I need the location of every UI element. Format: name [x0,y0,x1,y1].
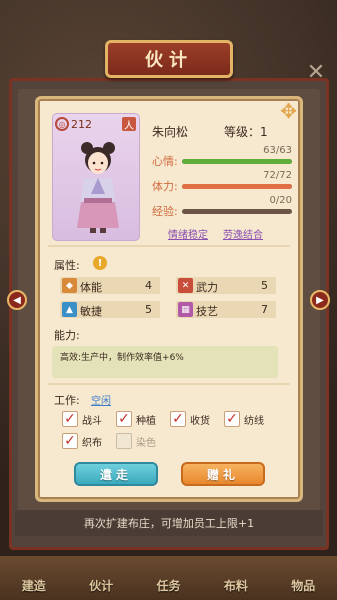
attribute-name: 技艺 [196,305,218,318]
nav-build[interactable]: 建造 [22,577,46,594]
character-name: 朱向松 [152,125,189,139]
trait-tag-balance[interactable]: 劳逸结合 [223,226,263,241]
attribute-value: 5 [261,279,268,292]
strength-icon: ◆ [62,278,77,293]
stat-value: 0/20 [269,195,292,206]
exp-bar [182,209,292,214]
work-option-battle[interactable]: ✓ 战斗 [62,411,102,427]
character-portrait: ◎ 212 人 [52,113,140,241]
character-level: 等级：1 [224,125,268,139]
ability-label: 能力: [54,329,80,342]
stat-label: 心情: [152,155,178,168]
stamina-bar [182,184,292,189]
attribute-craft: ▦ 技艺 7 [176,301,276,318]
next-staff-arrow-icon[interactable]: ▶ [310,290,330,310]
work-option-label: 战斗 [82,415,102,427]
divider [48,245,290,247]
mood-bar [182,159,292,164]
expand-tip: 再次扩建布庄，可增加员工上限+1 [15,510,323,536]
card-close-icon[interactable]: ✥ [280,101,297,121]
staff-detail-card: ✥ ◎ 212 人 朱向松 等级：1 心情: 63/63 体力: 72/72 经… [35,96,303,502]
checkbox-checked-icon[interactable]: ✓ [170,411,186,427]
checkbox-checked-icon[interactable]: ✓ [62,411,78,427]
attribute-name: 敏捷 [80,305,102,318]
nav-task[interactable]: 任务 [156,577,180,594]
stamina-bar-fill [182,184,292,189]
work-option-label: 种植 [136,415,156,427]
divider [48,383,290,385]
level-badge-value: 212 [71,117,92,131]
attribute-agility: ▲ 敏捷 5 [60,301,160,318]
window-title: 伙计 [105,40,233,78]
stat-value: 63/63 [263,145,292,156]
work-option-label: 纺线 [244,415,264,427]
attribute-value: 4 [145,279,152,292]
attribute-force: ✕ 武力 5 [176,277,276,294]
work-option-spin[interactable]: ✓ 纺线 [224,411,264,427]
attribute-stamina: ◆ 体能 4 [60,277,160,294]
role-badge: 人 [122,117,136,132]
checkbox-checked-icon[interactable]: ✓ [62,433,78,449]
work-option-weave[interactable]: ✓ 织布 [62,433,102,449]
attributes-label: 属性: [54,259,80,272]
nav-staff[interactable]: 伙计 [89,577,113,594]
attribute-value: 5 [145,303,152,316]
work-option-label: 染色 [136,437,156,449]
stat-label: 体力: [152,180,178,193]
sword-icon: ✕ [178,278,193,293]
mood-bar-fill [182,159,292,164]
gift-button[interactable]: 赠礼 [181,462,265,486]
work-label: 工作: [54,394,80,407]
level-badge: ◎ 212 [55,117,92,131]
character-figure [77,142,119,233]
swirl-icon: ◎ [55,117,69,131]
checkbox-checked-icon[interactable]: ✓ [116,411,132,427]
dismiss-button[interactable]: 遣走 [74,462,158,486]
trait-tag-stable[interactable]: 情绪稳定 [168,226,208,241]
work-option-label: 收货 [190,415,210,427]
ability-description: 高效:生产中，制作效率值+6% [52,346,278,378]
mood-stat: 心情: 63/63 [152,145,292,168]
attribute-name: 武力 [196,281,218,294]
work-option-dye[interactable]: 染色 [116,433,156,449]
stat-value: 72/72 [263,170,292,181]
attribute-value: 7 [261,303,268,316]
checkbox-unchecked-icon[interactable] [116,433,132,449]
bottom-nav: 建造 伙计 任务 布料 物品 [0,556,337,600]
exp-stat: 经验: 0/20 [152,195,292,218]
nav-cloth[interactable]: 布料 [224,577,248,594]
scroll-icon: ▦ [178,302,193,317]
prev-staff-arrow-icon[interactable]: ◀ [7,290,27,310]
boot-icon: ▲ [62,302,77,317]
nav-item[interactable]: 物品 [291,577,315,594]
attribute-name: 体能 [80,281,102,294]
work-option-plant[interactable]: ✓ 种植 [116,411,156,427]
work-status-link[interactable]: 空闲 [91,392,111,407]
stat-label: 经验: [152,205,178,218]
info-hint-icon[interactable]: ! [93,256,107,270]
work-option-harvest[interactable]: ✓ 收货 [170,411,210,427]
work-option-label: 织布 [82,437,102,449]
checkbox-checked-icon[interactable]: ✓ [224,411,240,427]
window-close-icon[interactable]: ✕ [305,62,327,84]
stamina-stat: 体力: 72/72 [152,170,292,193]
